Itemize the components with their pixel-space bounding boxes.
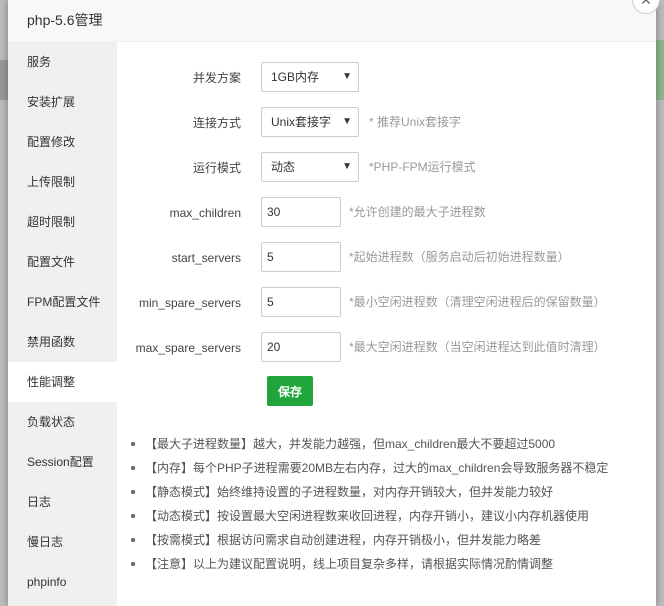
concurrency-select[interactable]: 1GB内存 ▼: [261, 62, 359, 92]
list-item: 【静态模式】始终维持设置的子进程数量，对内存开销较大，但并发能力较好: [131, 480, 608, 504]
start-servers-hint: *起始进程数（服务启动后初始进程数量）: [349, 250, 570, 264]
sidebar-item-install-extension[interactable]: 安装扩展: [8, 82, 117, 122]
connection-select[interactable]: Unix套接字 ▼: [261, 107, 359, 137]
sidebar-item-load-status[interactable]: 负载状态: [8, 402, 117, 442]
list-item: 【动态模式】按设置最大空闲进程数来收回进程，内存开销小，建议小内存机器使用: [131, 504, 608, 528]
bullet-icon: [131, 489, 135, 494]
notes-list: 【最大子进程数量】越大，并发能力越强，但max_children最大不要超过50…: [131, 432, 608, 576]
bullet-icon: [131, 537, 135, 542]
run-mode-select[interactable]: 动态 ▼: [261, 152, 359, 182]
start-servers-input[interactable]: [261, 242, 341, 272]
list-item: 【按需模式】根据访问需求自动创建进程，内存开销极小，但并发能力略差: [131, 528, 608, 552]
max-spare-servers-hint: *最大空闲进程数（当空闲进程达到此值时清理）: [349, 340, 606, 354]
sidebar-item-performance[interactable]: 性能调整: [8, 362, 117, 402]
connection-value: Unix套接字: [271, 115, 332, 129]
php-manager-modal: php-5.6管理 ✕ 服务 安装扩展 配置修改 上传限制 超时限制 配置文件 …: [8, 0, 660, 606]
max-children-hint: *允许创建的最大子进程数: [349, 205, 486, 219]
run-mode-label: 运行模式: [192, 161, 241, 175]
min-spare-servers-input[interactable]: [261, 287, 341, 317]
chevron-down-icon: ▼: [342, 71, 352, 82]
start-servers-label: start_servers: [171, 251, 241, 265]
sidebar-item-phpinfo[interactable]: phpinfo: [8, 562, 117, 602]
note-text: 【内存】每个PHP子进程需要20MB左右内存，过大的max_children会导…: [145, 461, 609, 475]
sidebar-item-slow-log[interactable]: 慢日志: [8, 522, 117, 562]
bullet-icon: [131, 465, 135, 470]
run-mode-value: 动态: [271, 160, 296, 174]
chevron-down-icon: ▼: [342, 161, 352, 172]
note-text: 【最大子进程数量】越大，并发能力越强，但max_children最大不要超过50…: [145, 437, 556, 451]
max-spare-servers-input[interactable]: [261, 332, 341, 362]
note-text: 【注意】以上为建议配置说明，线上项目复杂多样，请根据实际情况酌情调整: [145, 557, 554, 571]
max-children-input[interactable]: [261, 197, 341, 227]
sidebar-item-upload-limit[interactable]: 上传限制: [8, 162, 117, 202]
min-spare-servers-hint: *最小空闲进程数（清理空闲进程后的保留数量）: [349, 295, 606, 309]
connection-label: 连接方式: [192, 116, 241, 130]
concurrency-label: 并发方案: [192, 71, 241, 85]
max-children-label: max_children: [169, 206, 241, 220]
background-page-edge-right: [656, 40, 664, 100]
performance-panel: 并发方案 1GB内存 ▼ 连接方式 Unix套接字 ▼ * 推荐Unix套接字 …: [117, 42, 656, 606]
sidebar-item-config-file[interactable]: 配置文件: [8, 242, 117, 282]
sidebar-item-timeout-limit[interactable]: 超时限制: [8, 202, 117, 242]
note-text: 【动态模式】按设置最大空闲进程数来收回进程，内存开销小，建议小内存机器使用: [145, 509, 590, 523]
bullet-icon: [131, 513, 135, 518]
note-text: 【静态模式】始终维持设置的子进程数量，对内存开销较大，但并发能力较好: [145, 485, 554, 499]
sidebar-item-log[interactable]: 日志: [8, 482, 117, 522]
sidebar-item-service[interactable]: 服务: [8, 42, 117, 82]
save-button[interactable]: 保存: [267, 376, 313, 406]
sidebar-item-session-config[interactable]: Session配置: [8, 442, 117, 482]
list-item: 【最大子进程数量】越大，并发能力越强，但max_children最大不要超过50…: [131, 432, 608, 456]
min-spare-servers-label: min_spare_servers: [138, 296, 241, 310]
concurrency-value: 1GB内存: [271, 70, 320, 84]
modal-title: php-5.6管理: [8, 0, 656, 42]
sidebar-item-fpm-config-file[interactable]: FPM配置文件: [8, 282, 117, 322]
list-item: 【内存】每个PHP子进程需要20MB左右内存，过大的max_children会导…: [131, 456, 608, 480]
max-spare-servers-label: max_spare_servers: [135, 341, 241, 355]
chevron-down-icon: ▼: [342, 116, 352, 127]
connection-hint: * 推荐Unix套接字: [369, 115, 462, 129]
bullet-icon: [131, 561, 135, 566]
run-mode-hint: *PHP-FPM运行模式: [369, 160, 476, 174]
bullet-icon: [131, 441, 135, 446]
sidebar-item-disabled-functions[interactable]: 禁用函数: [8, 322, 117, 362]
list-item: 【注意】以上为建议配置说明，线上项目复杂多样，请根据实际情况酌情调整: [131, 552, 608, 576]
note-text: 【按需模式】根据访问需求自动创建进程，内存开销极小，但并发能力略差: [145, 533, 542, 547]
sidebar-item-config-edit[interactable]: 配置修改: [8, 122, 117, 162]
sidebar: 服务 安装扩展 配置修改 上传限制 超时限制 配置文件 FPM配置文件 禁用函数…: [8, 42, 117, 606]
